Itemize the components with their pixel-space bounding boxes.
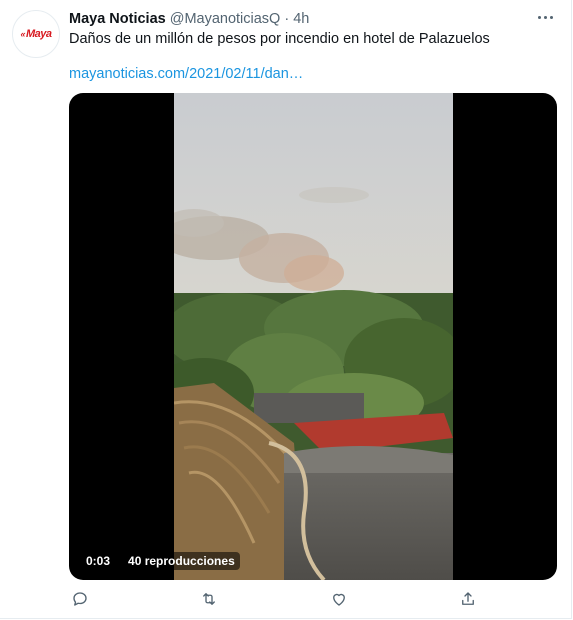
author-name[interactable]: Maya Noticias bbox=[69, 11, 166, 27]
avatar[interactable]: « Maya bbox=[12, 10, 60, 58]
video-frame bbox=[174, 93, 453, 580]
like-button[interactable] bbox=[328, 588, 350, 610]
video-player[interactable]: 0:03 40 reproducciones bbox=[69, 93, 557, 580]
video-elapsed-time: 0:03 bbox=[81, 552, 116, 570]
logo-word: Maya bbox=[25, 28, 52, 40]
heart-icon bbox=[333, 593, 345, 606]
video-info: 0:03 40 reproducciones bbox=[81, 552, 240, 570]
logo-mark: « bbox=[20, 29, 25, 39]
video-view-count: 40 reproducciones bbox=[123, 552, 240, 570]
tweet-timestamp[interactable]: 4h bbox=[293, 11, 309, 27]
share-button[interactable] bbox=[457, 588, 479, 610]
reply-icon bbox=[73, 592, 87, 606]
retweet-button[interactable] bbox=[198, 588, 220, 610]
share-icon bbox=[462, 592, 474, 605]
retweet-icon bbox=[203, 593, 215, 605]
tweet-text: Daños de un millón de pesos por incendio… bbox=[69, 31, 490, 47]
tweet-actions bbox=[69, 588, 489, 612]
author-handle[interactable]: @MayanoticiasQ bbox=[170, 11, 281, 27]
reply-button[interactable] bbox=[69, 588, 91, 610]
tweet-link[interactable]: mayanoticias.com/2021/02/11/dan… bbox=[69, 66, 303, 82]
more-options-icon[interactable] bbox=[535, 10, 555, 24]
tweet-header: Maya Noticias @MayanoticiasQ · 4h bbox=[69, 9, 551, 29]
tweet-card: « Maya Maya Noticias @MayanoticiasQ · 4h… bbox=[0, 0, 572, 619]
maya-logo: « Maya bbox=[20, 28, 52, 40]
separator-dot: · bbox=[284, 11, 290, 27]
